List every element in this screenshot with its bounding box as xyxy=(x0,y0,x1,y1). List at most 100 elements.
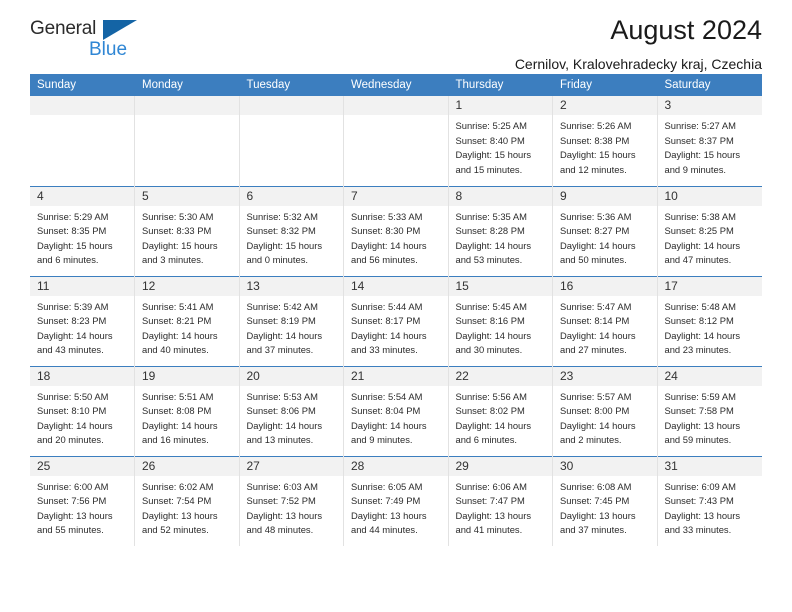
daylight-duration-line1: Daylight: 14 hours xyxy=(455,329,532,341)
daylight-duration-line1: Daylight: 14 hours xyxy=(664,239,741,251)
calendar-day-cell[interactable]: 11 Sunrise: 5:39 AM Sunset: 8:23 PM Dayligh… xyxy=(30,275,135,366)
daylight-duration-line1: Daylight: 13 hours xyxy=(455,509,532,521)
calendar-day-cell[interactable]: 6 Sunrise: 5:32 AM Sunset: 8:32 PM Daylight… xyxy=(239,185,344,276)
calendar-day-cell[interactable]: 3 Sunrise: 5:27 AM Sunset: 8:37 PM Daylight… xyxy=(657,96,762,186)
calendar-day-cell[interactable]: 8 Sunrise: 5:35 AM Sunset: 8:28 PM Daylight… xyxy=(448,185,553,276)
calendar-day-cell[interactable]: 24 Sunrise: 5:59 AM Sunset: 7:58 PM Dayligh… xyxy=(657,365,762,456)
day-sun-info: Sunrise: 5:51 AM Sunset: 8:08 PM Daylight:… xyxy=(135,386,239,448)
day-number: 1 xyxy=(448,96,552,115)
sunset-time: Sunset: 7:49 PM xyxy=(351,495,421,507)
sunset-time: Sunset: 8:06 PM xyxy=(246,405,316,417)
calendar-day-cell[interactable]: 28 Sunrise: 6:05 AM Sunset: 7:49 PM Dayligh… xyxy=(343,455,449,546)
weekday-header-friday: Friday xyxy=(552,74,658,96)
calendar-day-cell[interactable]: 19 Sunrise: 5:51 AM Sunset: 8:08 PM Dayligh… xyxy=(134,365,240,456)
day-number: 27 xyxy=(239,456,343,476)
calendar-day-cell[interactable]: 4 Sunrise: 5:29 AM Sunset: 8:35 PM Daylight… xyxy=(30,185,135,276)
sunset-time: Sunset: 8:19 PM xyxy=(246,315,316,327)
sunset-time: Sunset: 8:23 PM xyxy=(37,315,107,327)
sunrise-time: Sunrise: 5:39 AM xyxy=(37,300,109,312)
calendar-day-cell[interactable]: 30 Sunrise: 6:08 AM Sunset: 7:45 PM Dayligh… xyxy=(552,455,658,546)
calendar-day-cell[interactable]: 29 Sunrise: 6:06 AM Sunset: 7:47 PM Dayligh… xyxy=(448,455,553,546)
daylight-duration-line2: and 20 minutes. xyxy=(37,434,104,446)
brand-name-blue: Blue xyxy=(89,39,128,60)
sunset-time: Sunset: 8:27 PM xyxy=(560,225,630,237)
daylight-duration-line1: Daylight: 14 hours xyxy=(560,419,636,431)
calendar-day-cell-empty xyxy=(30,96,135,186)
daylight-duration-line2: and 40 minutes. xyxy=(142,344,209,356)
calendar-day-cell[interactable]: 25 Sunrise: 6:00 AM Sunset: 7:56 PM Dayligh… xyxy=(30,455,135,546)
sunset-time: Sunset: 7:45 PM xyxy=(560,495,630,507)
calendar-day-cell[interactable]: 9 Sunrise: 5:36 AM Sunset: 8:27 PM Daylight… xyxy=(552,185,658,276)
sunset-time: Sunset: 8:35 PM xyxy=(37,225,107,237)
day-sun-info: Sunrise: 5:56 AM Sunset: 8:02 PM Daylight:… xyxy=(449,386,553,448)
day-number: 30 xyxy=(553,456,657,476)
daylight-duration-line2: and 37 minutes. xyxy=(246,344,314,356)
calendar-day-cell[interactable]: 5 Sunrise: 5:30 AM Sunset: 8:33 PM Daylight… xyxy=(134,185,240,276)
daylight-duration-line2: and 6 minutes. xyxy=(455,434,518,446)
calendar-day-cell[interactable]: 17 Sunrise: 5:48 AM Sunset: 8:12 PM Dayligh… xyxy=(657,275,762,366)
calendar-day-cell[interactable]: 15 Sunrise: 5:45 AM Sunset: 8:16 PM Dayligh… xyxy=(448,275,553,366)
daylight-duration-line2: and 55 minutes. xyxy=(37,524,104,536)
calendar-day-cell[interactable]: 22 Sunrise: 5:56 AM Sunset: 8:02 PM Dayligh… xyxy=(448,365,553,456)
sunset-time: Sunset: 8:33 PM xyxy=(142,225,212,237)
calendar-day-cell[interactable]: 2 Sunrise: 5:26 AM Sunset: 8:38 PM Daylight… xyxy=(552,96,658,186)
sunrise-time: Sunrise: 5:35 AM xyxy=(455,210,527,222)
sunrise-time: Sunrise: 5:32 AM xyxy=(246,210,318,222)
brand-logo[interactable]: General Blue xyxy=(30,12,145,60)
calendar-day-cell[interactable]: 26 Sunrise: 6:02 AM Sunset: 7:54 PM Dayligh… xyxy=(134,455,240,546)
daylight-duration-line1: Daylight: 13 hours xyxy=(246,509,323,521)
daylight-duration-line1: Daylight: 13 hours xyxy=(560,509,636,521)
calendar-day-cell-empty xyxy=(343,96,449,186)
calendar-day-cell[interactable]: 21 Sunrise: 5:54 AM Sunset: 8:04 PM Dayligh… xyxy=(343,365,449,456)
day-number: 14 xyxy=(344,276,448,296)
calendar-day-cell[interactable]: 10 Sunrise: 5:38 AM Sunset: 8:25 PM Dayligh… xyxy=(657,185,762,276)
sunset-time: Sunset: 8:14 PM xyxy=(560,315,630,327)
calendar-week-row: 4 Sunrise: 5:29 AM Sunset: 8:35 PM Daylight… xyxy=(30,185,762,276)
daylight-duration-line2: and 53 minutes. xyxy=(455,254,523,266)
sunset-time: Sunset: 8:30 PM xyxy=(351,225,421,237)
sunset-time: Sunset: 8:17 PM xyxy=(351,315,421,327)
calendar-day-cell[interactable]: 20 Sunrise: 5:53 AM Sunset: 8:06 PM Dayligh… xyxy=(239,365,344,456)
day-sun-info: Sunrise: 6:09 AM Sunset: 7:43 PM Daylight:… xyxy=(658,476,762,538)
calendar-day-cell[interactable]: 14 Sunrise: 5:44 AM Sunset: 8:17 PM Dayligh… xyxy=(343,275,449,366)
sunrise-time: Sunrise: 6:09 AM xyxy=(664,480,736,492)
sunrise-time: Sunrise: 6:02 AM xyxy=(142,480,214,492)
sunset-time: Sunset: 7:56 PM xyxy=(37,495,107,507)
sunset-time: Sunset: 7:47 PM xyxy=(455,495,525,507)
calendar-day-cell[interactable]: 16 Sunrise: 5:47 AM Sunset: 8:14 PM Dayligh… xyxy=(552,275,658,366)
day-number: 31 xyxy=(657,456,762,476)
day-sun-info: Sunrise: 6:06 AM Sunset: 7:47 PM Daylight:… xyxy=(449,476,553,538)
calendar-day-cell-empty xyxy=(239,96,344,186)
calendar-day-cell[interactable]: 27 Sunrise: 6:03 AM Sunset: 7:52 PM Dayligh… xyxy=(239,455,344,546)
daylight-duration-line2: and 59 minutes. xyxy=(664,434,732,446)
daylight-duration-line2: and 2 minutes. xyxy=(560,434,622,446)
day-sun-info: Sunrise: 5:29 AM Sunset: 8:35 PM Daylight:… xyxy=(30,206,134,268)
day-number: 18 xyxy=(30,366,134,386)
day-sun-info: Sunrise: 5:48 AM Sunset: 8:12 PM Daylight:… xyxy=(658,296,762,358)
daylight-duration-line1: Daylight: 14 hours xyxy=(351,419,427,431)
calendar-day-cell[interactable]: 13 Sunrise: 5:42 AM Sunset: 8:19 PM Dayligh… xyxy=(239,275,344,366)
sunset-time: Sunset: 8:12 PM xyxy=(664,315,734,327)
calendar-day-cell[interactable]: 18 Sunrise: 5:50 AM Sunset: 8:10 PM Dayligh… xyxy=(30,365,135,456)
calendar-day-cell[interactable]: 23 Sunrise: 5:57 AM Sunset: 8:00 PM Dayligh… xyxy=(552,365,658,456)
day-number: 8 xyxy=(448,186,552,206)
daylight-duration-line2: and 13 minutes. xyxy=(246,434,314,446)
day-number: 15 xyxy=(448,276,552,296)
sunset-time: Sunset: 8:40 PM xyxy=(455,134,525,146)
daylight-duration-line1: Daylight: 15 hours xyxy=(142,239,218,251)
daylight-duration-line2: and 37 minutes. xyxy=(560,524,627,536)
sunset-time: Sunset: 7:58 PM xyxy=(664,405,734,417)
calendar-day-cell[interactable]: 12 Sunrise: 5:41 AM Sunset: 8:21 PM Dayligh… xyxy=(134,275,240,366)
day-number: 22 xyxy=(448,366,552,386)
day-number: 6 xyxy=(239,186,343,206)
sunset-time: Sunset: 8:00 PM xyxy=(560,405,630,417)
calendar-week-row: 25 Sunrise: 6:00 AM Sunset: 7:56 PM Dayligh… xyxy=(30,455,762,546)
calendar-day-cell[interactable]: 31 Sunrise: 6:09 AM Sunset: 7:43 PM Dayligh… xyxy=(657,455,762,546)
day-sun-info: Sunrise: 5:32 AM Sunset: 8:32 PM Daylight:… xyxy=(240,206,344,268)
day-sun-info: Sunrise: 5:25 AM Sunset: 8:40 PM Daylight:… xyxy=(449,115,553,177)
calendar-week-row: 11 Sunrise: 5:39 AM Sunset: 8:23 PM Dayligh… xyxy=(30,275,762,366)
calendar-day-cell[interactable]: 7 Sunrise: 5:33 AM Sunset: 8:30 PM Daylight… xyxy=(343,185,449,276)
calendar-day-cell[interactable]: 1 Sunrise: 5:25 AM Sunset: 8:40 PM Daylight… xyxy=(448,96,553,186)
weekday-header-thursday: Thursday xyxy=(448,74,553,96)
daylight-duration-line2: and 50 minutes. xyxy=(560,254,627,266)
